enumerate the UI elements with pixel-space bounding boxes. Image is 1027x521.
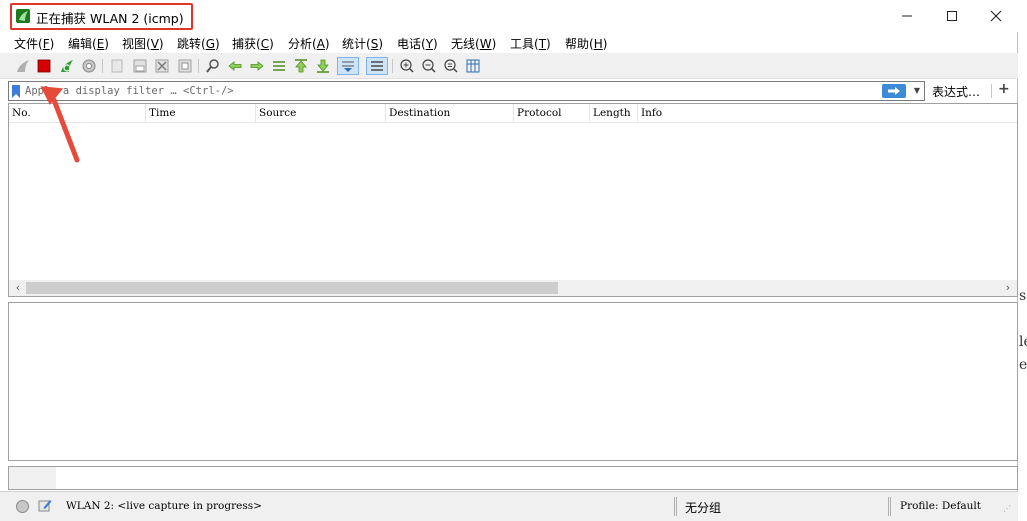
menu-help[interactable]: 帮助(H) — [565, 35, 607, 52]
menu-view[interactable]: 视图(V) — [122, 35, 164, 52]
resize-grip-icon[interactable]: ⋰ — [1003, 505, 1015, 518]
packet-count-text: 无分组 — [685, 501, 722, 515]
restart-capture-icon[interactable] — [58, 57, 76, 75]
minimize-button[interactable] — [887, 4, 927, 28]
maximize-button[interactable] — [932, 4, 972, 28]
apply-filter-button[interactable] — [882, 84, 906, 98]
main-toolbar — [0, 53, 1018, 79]
save-file-icon[interactable] — [131, 57, 149, 75]
column-info[interactable]: Info — [641, 107, 662, 119]
packet-list-header: No. Time Source Destination Protocol Len… — [9, 104, 1017, 123]
display-filter-placeholder: Apply a display filter … <Ctrl-/> — [25, 85, 234, 97]
expert-info-icon[interactable] — [16, 500, 29, 513]
menu-analyze[interactable]: 分析(A) — [288, 35, 330, 52]
display-filter-input[interactable]: Apply a display filter … <Ctrl-/> ▼ — [8, 81, 925, 101]
wireshark-fin-icon — [16, 9, 30, 23]
packet-list-pane[interactable]: No. Time Source Destination Protocol Len… — [8, 103, 1018, 297]
scrollbar-thumb[interactable] — [26, 282, 558, 294]
capture-options-icon[interactable] — [80, 57, 98, 75]
title-bar: 正在捕获 WLAN 2 (icmp) — [0, 0, 1018, 32]
menu-tools[interactable]: 工具(T) — [510, 35, 551, 52]
status-bar: WLAN 2: <live capture in progress> 无分组 P… — [0, 491, 1018, 521]
scroll-left-icon[interactable]: ‹ — [11, 281, 25, 295]
column-protocol[interactable]: Protocol — [517, 107, 562, 119]
start-capture-icon[interactable] — [14, 57, 32, 75]
find-packet-icon[interactable] — [204, 57, 222, 75]
go-back-icon[interactable] — [226, 57, 244, 75]
colorize-icon[interactable] — [366, 57, 388, 75]
expression-button[interactable]: 表达式… — [932, 83, 980, 100]
packet-details-pane[interactable] — [8, 302, 1018, 461]
horizontal-scrollbar[interactable]: ‹ › — [9, 280, 1017, 296]
reload-file-icon[interactable] — [176, 57, 194, 75]
autoscroll-icon[interactable] — [337, 57, 359, 75]
go-last-icon[interactable] — [314, 57, 332, 75]
go-to-packet-icon[interactable] — [270, 57, 288, 75]
profile-switcher[interactable]: Profile: Default — [900, 500, 981, 512]
menu-edit[interactable]: 编辑(E) — [68, 35, 109, 52]
menu-bar: 文件(F) 编辑(E) 视图(V) 跳转(G) 捕获(C) 分析(A) 统计(S… — [0, 33, 1018, 53]
close-file-icon[interactable] — [153, 57, 171, 75]
wireshark-window: 正在捕获 WLAN 2 (icmp) 文件(F) 编辑(E) 视图(V) 跳转(… — [0, 0, 1018, 521]
menu-wireless[interactable]: 无线(W) — [451, 35, 496, 52]
go-first-icon[interactable] — [292, 57, 310, 75]
window-title: 正在捕获 WLAN 2 (icmp) — [36, 11, 184, 26]
scroll-right-icon[interactable]: › — [1001, 281, 1015, 295]
column-time[interactable]: Time — [149, 107, 176, 119]
menu-telephony[interactable]: 电话(Y) — [397, 35, 438, 52]
stop-capture-icon[interactable] — [35, 57, 53, 75]
column-source[interactable]: Source — [259, 107, 296, 119]
capture-status-text: WLAN 2: <live capture in progress> — [66, 500, 262, 512]
menu-capture[interactable]: 捕获(C) — [232, 35, 274, 52]
column-destination[interactable]: Destination — [389, 107, 450, 119]
open-file-icon[interactable] — [108, 57, 126, 75]
add-filter-button[interactable]: + — [998, 81, 1010, 97]
menu-statistics[interactable]: 统计(S) — [342, 35, 383, 52]
menu-go[interactable]: 跳转(G) — [177, 35, 220, 52]
zoom-in-icon[interactable] — [398, 57, 416, 75]
column-no[interactable]: No. — [12, 107, 31, 119]
zoom-out-icon[interactable] — [420, 57, 438, 75]
column-length[interactable]: Length — [593, 107, 631, 119]
bookmark-icon[interactable] — [12, 85, 20, 98]
background-text-fragment: ss le e) — [1019, 288, 1027, 373]
zoom-normal-icon[interactable] — [442, 57, 460, 75]
display-filter-bar: Apply a display filter … <Ctrl-/> ▼ 表达式…… — [8, 81, 1018, 101]
bytes-tab-area — [9, 467, 56, 489]
filter-history-dropdown[interactable]: ▼ — [911, 84, 923, 98]
packet-bytes-pane[interactable] — [8, 466, 1018, 490]
menu-file[interactable]: 文件(F) — [14, 35, 54, 52]
resize-columns-icon[interactable] — [464, 57, 482, 75]
capture-comment-icon[interactable] — [38, 498, 52, 512]
go-forward-icon[interactable] — [248, 57, 266, 75]
close-button[interactable] — [976, 4, 1016, 28]
